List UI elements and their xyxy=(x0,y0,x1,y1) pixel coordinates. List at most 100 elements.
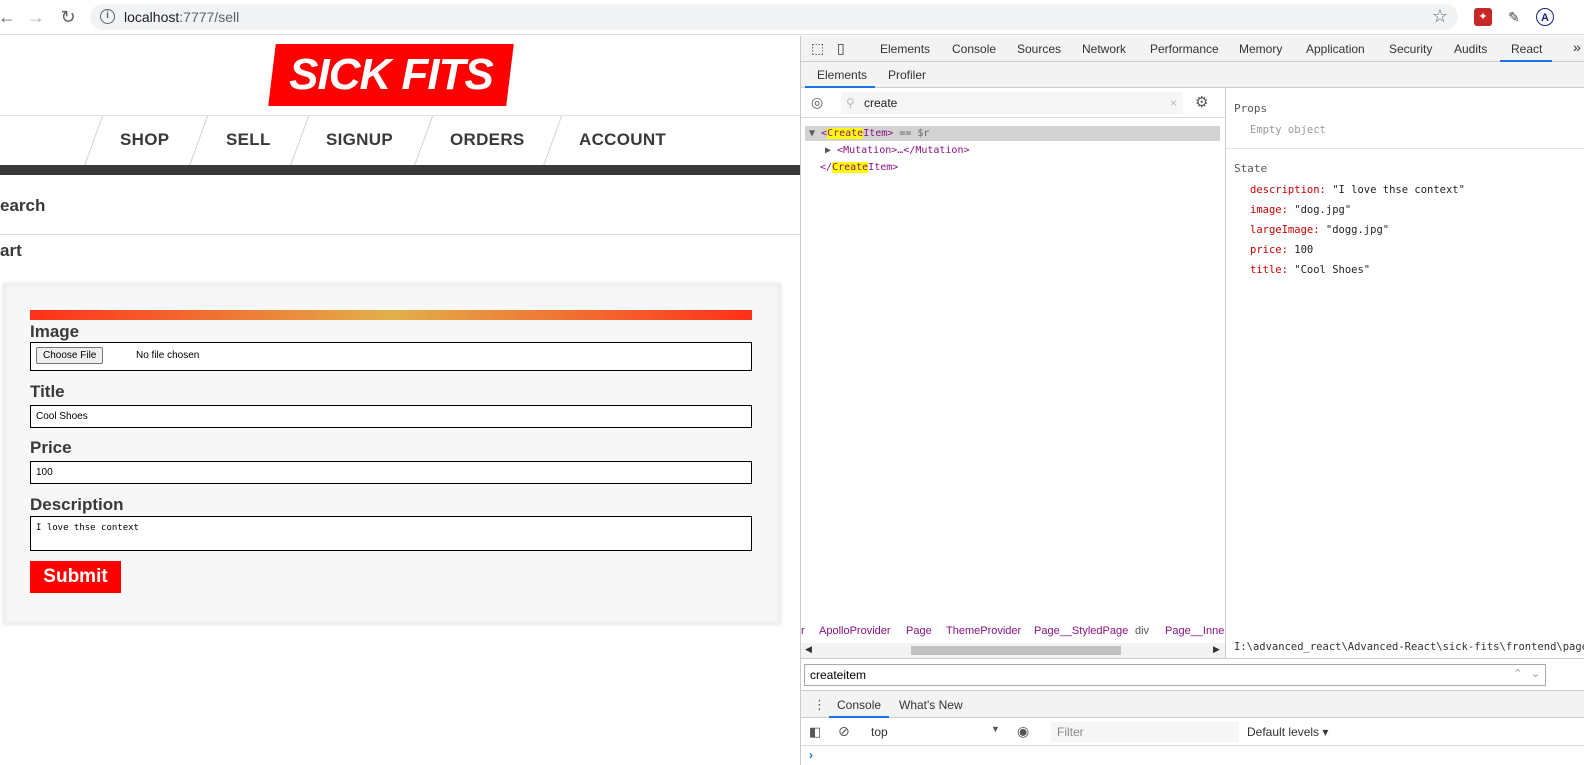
submit-button[interactable]: Submit xyxy=(30,561,121,593)
forward-icon[interactable]: → xyxy=(25,6,47,28)
breadcrumb-item[interactable]: Page__Inner xyxy=(1165,625,1225,637)
tab-application[interactable]: Application xyxy=(1306,42,1365,56)
tab-audits[interactable]: Audits xyxy=(1454,42,1487,56)
subtab-profiler[interactable]: Profiler xyxy=(888,68,926,82)
form-loading-bar xyxy=(30,310,752,320)
bookmark-star-icon[interactable]: ☆ xyxy=(1432,6,1448,27)
console-prompt[interactable]: › xyxy=(809,748,813,762)
find-bar: createitem ⌃ ⌄ xyxy=(801,658,1584,690)
tab-performance[interactable]: Performance xyxy=(1150,42,1219,56)
state-entry[interactable]: largeImage: "dogg.jpg" xyxy=(1250,224,1389,236)
site-logo[interactable]: SICK FITS xyxy=(268,44,514,106)
nav-top-border xyxy=(0,115,800,116)
choose-file-button[interactable]: Choose File xyxy=(36,347,104,364)
cart-label[interactable]: art xyxy=(0,241,22,261)
state-title: State xyxy=(1234,162,1268,175)
breadcrumb-item[interactable]: div xyxy=(1135,625,1149,637)
settings-gear-icon[interactable]: ⚙ xyxy=(1195,93,1208,111)
devtools-panel: ⬚ ▯ Elements Console Sources Network Per… xyxy=(800,36,1584,765)
scroll-left-icon[interactable]: ◀ xyxy=(805,644,812,655)
tab-network[interactable]: Network xyxy=(1082,42,1126,56)
context-dropdown-icon[interactable]: ▼ xyxy=(991,724,1000,734)
horizontal-scrollbar[interactable]: ◀ ▶ xyxy=(801,643,1225,658)
tree-search-input[interactable]: ⚲ create × xyxy=(841,92,1183,114)
react-subtabs: Elements Profiler xyxy=(801,62,1584,88)
props-state-pane: Props Empty object State description: "I… xyxy=(1225,88,1584,658)
price-label: Price xyxy=(30,438,72,457)
state-entry[interactable]: description: "I love thse context" xyxy=(1250,184,1465,196)
state-entry[interactable]: image: "dog.jpg" xyxy=(1250,204,1351,216)
tab-react[interactable]: React xyxy=(1511,42,1542,56)
nav-sell[interactable]: SELL xyxy=(226,130,271,150)
scrollbar-thumb[interactable] xyxy=(911,646,1121,655)
device-toolbar-icon[interactable]: ▯ xyxy=(837,40,845,57)
context-select[interactable]: top xyxy=(871,725,888,739)
description-label: Description xyxy=(30,495,124,514)
component-tree-pane: ◎ ⚲ create × ⚙ ▼ <CreateItem> == $r ▶ <M… xyxy=(801,88,1225,658)
image-file-input[interactable]: Choose File No file chosen xyxy=(30,342,752,371)
tree-node-createitem-close[interactable]: </CreateItem> xyxy=(820,162,898,173)
section-divider xyxy=(1226,148,1584,149)
tab-memory[interactable]: Memory xyxy=(1239,42,1282,56)
scroll-right-icon[interactable]: ▶ xyxy=(1213,644,1220,655)
select-element-icon[interactable]: ◎ xyxy=(811,94,823,111)
clear-search-icon[interactable]: × xyxy=(1170,92,1177,114)
reload-icon[interactable]: ↻ xyxy=(57,6,79,28)
search-label[interactable]: earch xyxy=(0,196,45,216)
drawer-menu-icon[interactable]: ⋮ xyxy=(813,697,826,713)
title-label: Title xyxy=(30,382,65,401)
nav-shop[interactable]: SHOP xyxy=(120,130,169,150)
description-textarea[interactable]: I love thse context xyxy=(30,516,752,551)
search-icon: ⚲ xyxy=(846,96,855,110)
state-entry[interactable]: price: 100 xyxy=(1250,244,1313,256)
no-file-text: No file chosen xyxy=(136,350,200,361)
sidebar-toggle-icon[interactable]: ◧ xyxy=(809,724,821,740)
address-bar[interactable]: i localhost:7777/sell ☆ xyxy=(90,4,1458,30)
extension-a-icon[interactable]: A xyxy=(1536,8,1554,26)
nav-account[interactable]: ACCOUNT xyxy=(579,130,666,150)
find-prev-icon[interactable]: ⌃ xyxy=(1513,667,1522,680)
price-input[interactable]: 100 xyxy=(30,461,752,484)
tab-sources[interactable]: Sources xyxy=(1017,42,1061,56)
eye-icon[interactable]: ◉ xyxy=(1017,723,1029,740)
tree-node-createitem[interactable]: ▼ <CreateItem> == $r xyxy=(809,128,929,139)
nav-separator xyxy=(83,116,104,166)
find-next-icon[interactable]: ⌄ xyxy=(1531,667,1540,680)
divider xyxy=(0,234,800,235)
more-tabs-icon[interactable]: » xyxy=(1573,39,1581,55)
back-icon[interactable]: ← xyxy=(0,6,18,28)
nav-signup[interactable]: SIGNUP xyxy=(326,130,393,150)
tab-console[interactable]: Console xyxy=(952,42,996,56)
title-input[interactable]: Cool Shoes xyxy=(30,405,752,428)
drawer-tab-console[interactable]: Console xyxy=(837,698,881,712)
tree-node-mutation[interactable]: ▶ <Mutation>…</Mutation> xyxy=(825,145,970,156)
inspect-element-icon[interactable]: ⬚ xyxy=(811,40,824,57)
console-filter-input[interactable]: Filter xyxy=(1051,722,1239,742)
breadcrumb-item[interactable]: Page__StyledPage xyxy=(1034,625,1128,637)
find-input[interactable]: createitem xyxy=(804,664,1546,686)
info-icon[interactable]: i xyxy=(100,9,115,24)
props-title: Props xyxy=(1234,102,1268,115)
source-path: I:\advanced_react\Advanced-React\sick-fi… xyxy=(1234,641,1584,653)
browser-toolbar: ← → ↻ i localhost:7777/sell ☆ ✦ ✎ A xyxy=(0,0,1584,35)
tab-security[interactable]: Security xyxy=(1389,42,1432,56)
extension-icon[interactable]: ✦ xyxy=(1474,8,1492,26)
state-entry[interactable]: title: "Cool Shoes" xyxy=(1250,264,1370,276)
breadcrumb-item[interactable]: Page xyxy=(906,625,932,637)
subtab-elements[interactable]: Elements xyxy=(817,68,867,82)
nav-orders[interactable]: ORDERS xyxy=(450,130,525,150)
breadcrumb-item[interactable]: ThemeProvider xyxy=(946,625,1021,637)
breadcrumb-item[interactable]: r xyxy=(801,625,805,637)
extension-bird-icon[interactable]: ✎ xyxy=(1505,8,1523,26)
nav-bottom-bar xyxy=(0,165,800,175)
drawer-tab-whats-new[interactable]: What's New xyxy=(899,698,963,712)
web-page: SICK FITS SHOP SELL SIGNUP ORDERS ACCOUN… xyxy=(0,36,800,765)
clear-console-icon[interactable]: ⊘ xyxy=(838,723,850,740)
component-breadcrumbs: r ApolloProvider Page ThemeProvider Page… xyxy=(801,623,1225,643)
log-levels-dropdown[interactable]: Default levels ▾ xyxy=(1247,725,1328,739)
props-empty: Empty object xyxy=(1250,124,1326,136)
nav-separator xyxy=(289,116,310,166)
tab-elements[interactable]: Elements xyxy=(880,42,930,56)
console-toolbar: ◧ ⊘ top ▼ ◉ Filter Default levels ▾ xyxy=(801,718,1584,746)
breadcrumb-item[interactable]: ApolloProvider xyxy=(819,625,891,637)
